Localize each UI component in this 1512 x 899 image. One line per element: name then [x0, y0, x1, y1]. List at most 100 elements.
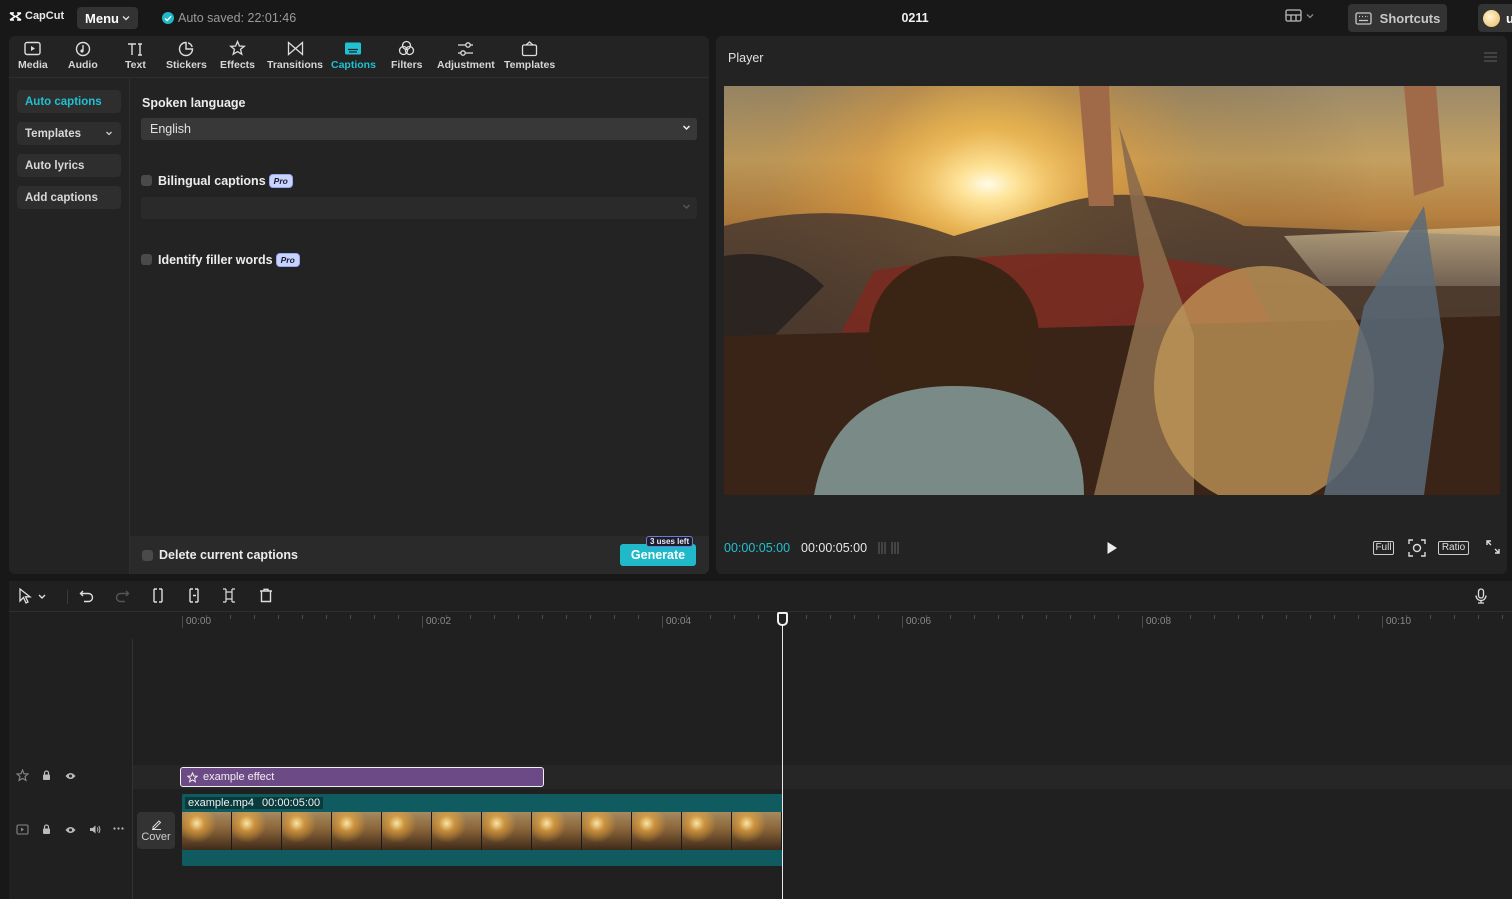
- delete-button[interactable]: [259, 588, 273, 603]
- ruler-label: 00:06: [906, 616, 932, 627]
- sidebar-item-add-captions[interactable]: Add captions: [17, 186, 121, 209]
- bilingual-language-select[interactable]: [141, 197, 697, 219]
- tab-text[interactable]: Text: [125, 40, 146, 71]
- spoken-language-label: Spoken language: [142, 96, 246, 110]
- user-initial: u: [1506, 10, 1512, 26]
- tab-adjustment[interactable]: Adjustment: [437, 40, 495, 71]
- media-icon: [24, 40, 42, 57]
- video-track-header: [9, 823, 133, 839]
- video-clip[interactable]: example.mp4 00:00:05:00: [182, 794, 783, 866]
- captions-icon: [344, 40, 362, 57]
- play-icon: [1107, 542, 1117, 554]
- split-icon: [153, 588, 163, 603]
- zoom-fit-button[interactable]: [1408, 539, 1426, 557]
- left-panel: Media Audio Text Stickers Effects Transi…: [9, 36, 709, 574]
- effect-clip[interactable]: example effect: [180, 767, 544, 787]
- fullscreen-button[interactable]: [1486, 540, 1500, 554]
- current-timecode: 00:00:05:00: [724, 541, 791, 555]
- layout-button[interactable]: [1285, 9, 1314, 22]
- playhead-line[interactable]: [782, 620, 783, 899]
- transitions-icon: [287, 40, 304, 57]
- play-button[interactable]: [1106, 541, 1118, 555]
- shortcuts-button[interactable]: Shortcuts: [1348, 4, 1447, 32]
- menu-button[interactable]: Menu: [77, 7, 138, 29]
- avatar: [1483, 9, 1500, 27]
- stickers-icon: [178, 40, 194, 57]
- bilingual-captions-row: Bilingual captions Pro: [158, 174, 293, 188]
- layout-icon: [1285, 9, 1302, 22]
- effect-track-icon: [16, 769, 29, 782]
- pro-badge: Pro: [268, 174, 293, 188]
- filters-icon: [398, 40, 415, 57]
- trim-left-icon: [189, 588, 199, 603]
- effect-track-header: [9, 769, 133, 785]
- microphone-icon: [1475, 588, 1487, 604]
- video-preview[interactable]: [724, 86, 1500, 495]
- undo-icon: [79, 590, 94, 603]
- waveform-icon: [878, 541, 900, 555]
- timeline-toolbar: [9, 581, 1512, 612]
- text-icon: [127, 40, 143, 57]
- filler-words-label: Identify filler words: [158, 253, 273, 267]
- eye-icon[interactable]: [65, 772, 76, 780]
- asset-toolbar: Media Audio Text Stickers Effects Transi…: [9, 36, 709, 78]
- volume-icon[interactable]: [89, 824, 101, 835]
- chevron-down-icon: [683, 204, 690, 209]
- tab-filters[interactable]: Filters: [391, 40, 423, 71]
- full-quality-button[interactable]: Full: [1373, 541, 1394, 555]
- check-circle-icon: [162, 12, 174, 24]
- sidebar-item-auto-lyrics[interactable]: Auto lyrics: [17, 154, 121, 177]
- sidebar-item-auto-captions[interactable]: Auto captions: [17, 90, 121, 113]
- tab-stickers[interactable]: Stickers: [166, 40, 207, 71]
- sidebar-item-templates[interactable]: Templates: [17, 122, 121, 145]
- eye-icon[interactable]: [65, 826, 76, 834]
- filler-words-row: Identify filler words Pro: [158, 253, 300, 267]
- split-left-button[interactable]: [187, 588, 201, 603]
- tab-effects[interactable]: Effects: [220, 40, 255, 71]
- effects-icon: [229, 40, 246, 57]
- menu-label: Menu: [85, 10, 119, 26]
- cover-button[interactable]: Cover: [137, 812, 175, 849]
- uses-left-badge: 3 uses left: [646, 536, 694, 547]
- time-ruler[interactable]: [9, 612, 1512, 632]
- bilingual-captions-label: Bilingual captions: [158, 174, 266, 188]
- generate-button[interactable]: Generate: [620, 544, 696, 566]
- tab-audio[interactable]: Audio: [68, 40, 98, 71]
- edit-pencil-icon: [151, 819, 161, 830]
- video-frame-image: [724, 86, 1500, 495]
- tab-transitions[interactable]: Transitions: [267, 40, 323, 71]
- pro-badge: Pro: [275, 253, 300, 267]
- video-track-icon: [16, 824, 29, 835]
- redo-button[interactable]: [115, 588, 130, 603]
- total-timecode: 00:00:05:00: [801, 541, 868, 555]
- tab-media[interactable]: Media: [18, 40, 48, 71]
- undo-button[interactable]: [79, 588, 94, 603]
- autosave-status: Auto saved: 22:01:46: [162, 11, 296, 25]
- delete-captions-checkbox[interactable]: [142, 550, 153, 561]
- more-icon[interactable]: [113, 827, 124, 830]
- user-menu[interactable]: u: [1478, 4, 1512, 32]
- ruler-label: 00:02: [426, 616, 452, 627]
- split-button[interactable]: [151, 588, 165, 603]
- record-voice-button[interactable]: [1475, 588, 1487, 604]
- tab-templates[interactable]: Templates: [504, 40, 555, 71]
- hamburger-icon[interactable]: [1484, 52, 1497, 62]
- effect-clip-label: example effect: [203, 771, 275, 783]
- lock-icon[interactable]: [42, 770, 51, 781]
- select-tool-button[interactable]: [18, 588, 48, 604]
- player-title: Player: [728, 51, 764, 65]
- project-title[interactable]: 0211: [885, 11, 945, 25]
- cover-label: Cover: [141, 830, 171, 843]
- playhead-handle[interactable]: [777, 612, 788, 626]
- split-right-button[interactable]: [222, 588, 236, 603]
- spoken-language-select[interactable]: English: [141, 118, 697, 140]
- tab-captions[interactable]: Captions: [331, 40, 376, 71]
- autosave-text: Auto saved: 22:01:46: [178, 11, 297, 25]
- lock-icon[interactable]: [42, 824, 51, 835]
- filler-words-checkbox[interactable]: [141, 254, 152, 265]
- video-clip-thumbnails: [182, 812, 783, 850]
- adjustment-icon: [457, 40, 474, 57]
- ratio-button[interactable]: Ratio: [1438, 541, 1469, 555]
- trash-icon: [260, 588, 272, 603]
- bilingual-checkbox[interactable]: [141, 175, 152, 186]
